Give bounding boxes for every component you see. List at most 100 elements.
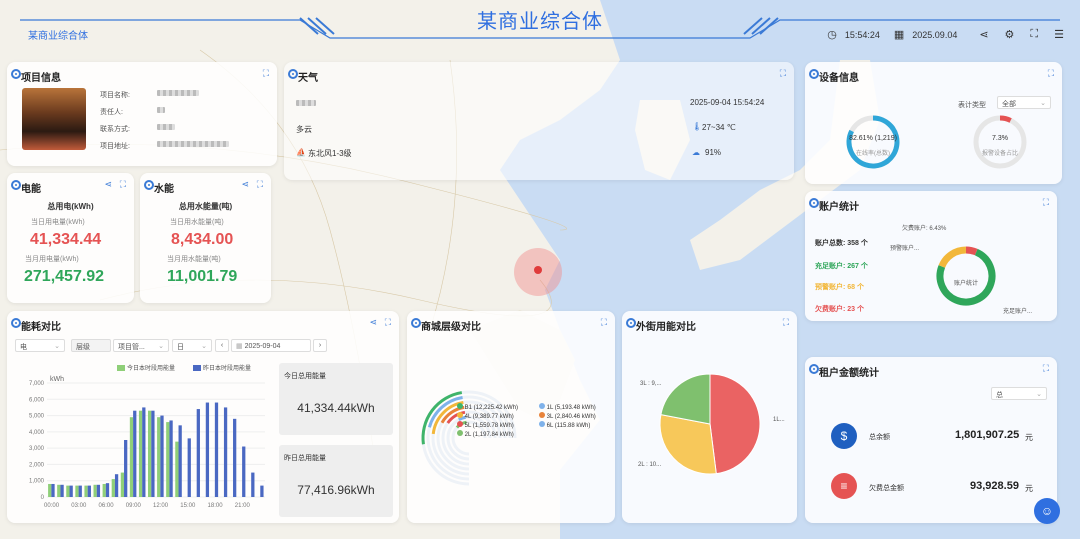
fullscreen-icon[interactable]: ⛶ [1030, 28, 1038, 41]
legend-yesterday-label: 昨日本时段用能量 [203, 366, 252, 372]
bar[interactable] [223, 407, 228, 497]
bar[interactable] [178, 425, 182, 497]
bar[interactable] [120, 472, 125, 497]
expand-icon[interactable]: ⛶ [385, 317, 391, 328]
bar[interactable] [78, 485, 82, 497]
bar[interactable] [66, 485, 70, 497]
bar[interactable] [205, 402, 210, 497]
redacted-value [157, 141, 229, 147]
electric-panel: 电能 ⋖ ⛶ 总用电(kWh) 当日用电量(kWh) 41,334.44 当月用… [7, 173, 134, 303]
bar[interactable] [142, 407, 146, 497]
gauge-alarm-value: 7.3% [992, 135, 1008, 142]
expand-icon[interactable]: ⛶ [263, 68, 269, 79]
bar[interactable] [196, 409, 200, 497]
bar[interactable] [138, 410, 143, 497]
bar[interactable] [102, 483, 106, 497]
item-value: 项目管... [118, 344, 145, 351]
share-icon[interactable]: ⋖ [241, 179, 249, 190]
bar[interactable] [124, 440, 128, 497]
tenant-select[interactable]: 总 ⌄ [991, 387, 1047, 400]
bar[interactable] [96, 484, 101, 497]
floor-item-label: 2L (1,197.84 kWh) [464, 432, 514, 438]
x-tick-label: 18:00 [208, 503, 224, 509]
item-select[interactable]: 项目管... ⌄ [113, 339, 169, 352]
bar[interactable] [84, 485, 88, 497]
pie-slice[interactable] [660, 373, 711, 425]
bar[interactable] [87, 485, 91, 497]
donut-slice[interactable] [938, 246, 967, 268]
floor-legend-row: 5L (1,559.78 kWh) 6L (115.88 kWh) [457, 421, 617, 430]
bar[interactable] [187, 438, 191, 497]
donut-slice[interactable] [965, 246, 978, 256]
panel-bullet-icon [144, 180, 154, 190]
share-icon[interactable]: ⋖ [104, 179, 112, 190]
bar[interactable] [260, 485, 264, 497]
x-tick-label: 21:00 [235, 503, 251, 509]
bar[interactable] [166, 422, 170, 497]
legend-yesterday: 昨日本时段用能量 [193, 363, 251, 372]
bar[interactable] [75, 485, 79, 497]
bar[interactable] [242, 446, 246, 497]
yesterday-total-label: 昨日总用能量 [284, 455, 326, 462]
bar[interactable] [93, 484, 97, 497]
device-gauges [846, 115, 1027, 169]
floor-legend-row: 4L (9,389.77 kWh) 3L (2,840.46 kWh) [457, 412, 617, 421]
bar[interactable] [69, 485, 73, 497]
expand-icon[interactable]: ⛶ [780, 68, 786, 79]
next-date-button[interactable]: › [313, 339, 327, 352]
bar[interactable] [105, 483, 110, 497]
expand-icon[interactable]: ⛶ [120, 179, 126, 190]
bar[interactable] [148, 410, 152, 497]
date-picker[interactable]: ▦ 2025-09-04 [231, 339, 311, 352]
pie-slice[interactable] [709, 373, 761, 475]
share-icon[interactable]: ⋖ [369, 317, 377, 328]
street-compare-panel: 外街用能对比 ⛶ 1L... 2L : 10... 3L : 9,... [622, 311, 797, 523]
bar[interactable] [157, 417, 161, 497]
floor-item-label: 5L (1,559.78 kWh) [464, 423, 514, 429]
redacted-value [157, 107, 165, 113]
panel-title: 天气 [298, 73, 318, 84]
panel-bullet-icon [288, 69, 298, 79]
bar[interactable] [175, 441, 179, 497]
prev-date-button[interactable]: ‹ [215, 339, 229, 352]
bar[interactable] [129, 417, 134, 497]
gauge-fill [999, 115, 1012, 123]
period-select[interactable]: 日 ⌄ [172, 339, 212, 352]
expand-icon[interactable]: ⛶ [1043, 363, 1049, 374]
arrears-amount-unit: 元 [1025, 484, 1033, 493]
bar[interactable] [251, 472, 255, 497]
bar[interactable] [133, 410, 137, 497]
redacted-value [157, 90, 199, 96]
water-today-value: 8,434.00 [171, 231, 234, 248]
bar[interactable] [111, 479, 115, 497]
energy-type-select[interactable]: 电 ⌄ [15, 339, 65, 352]
bar[interactable] [214, 402, 219, 497]
panel-title: 项目信息 [21, 73, 61, 84]
level-select[interactable]: 层级 [71, 339, 111, 352]
chevron-down-icon: ⌄ [54, 343, 60, 350]
legend-dot [539, 412, 545, 418]
legend-dot [457, 412, 463, 418]
bar[interactable] [160, 415, 164, 497]
bar[interactable] [51, 483, 55, 497]
bar[interactable] [114, 474, 119, 497]
floor-legend-row: B1 (12,225.42 kWh) 1L (5,193.48 kWh) [457, 403, 617, 412]
expand-icon[interactable]: ⛶ [257, 179, 263, 190]
bar[interactable] [151, 410, 155, 497]
settings-icon[interactable]: ⚙ [1005, 28, 1015, 41]
floor-legend-row: 2L (1,197.84 kWh) [457, 430, 617, 439]
share-icon[interactable]: ⋖ [979, 28, 988, 41]
today-total-value: 41,334.44kWh [297, 401, 375, 415]
bar[interactable] [233, 418, 237, 497]
bar[interactable] [60, 484, 64, 497]
logo-text[interactable]: 某商业综合体 [28, 27, 88, 42]
water-panel: 水能 ⋖ ⛶ 总用水能量(吨) 当日用水能量(吨) 8,434.00 当月用水能… [140, 173, 271, 303]
menu-icon[interactable]: ☰ [1054, 28, 1064, 41]
arrears-amount-label: 欠费总金额 [869, 485, 904, 492]
bar[interactable] [57, 484, 61, 497]
bar[interactable] [169, 420, 173, 497]
gauge-track [973, 115, 1027, 169]
legend-today-label: 今日本时段用能量 [127, 366, 176, 372]
bar[interactable] [48, 483, 52, 497]
assistant-button[interactable]: ☺ [1034, 498, 1060, 524]
